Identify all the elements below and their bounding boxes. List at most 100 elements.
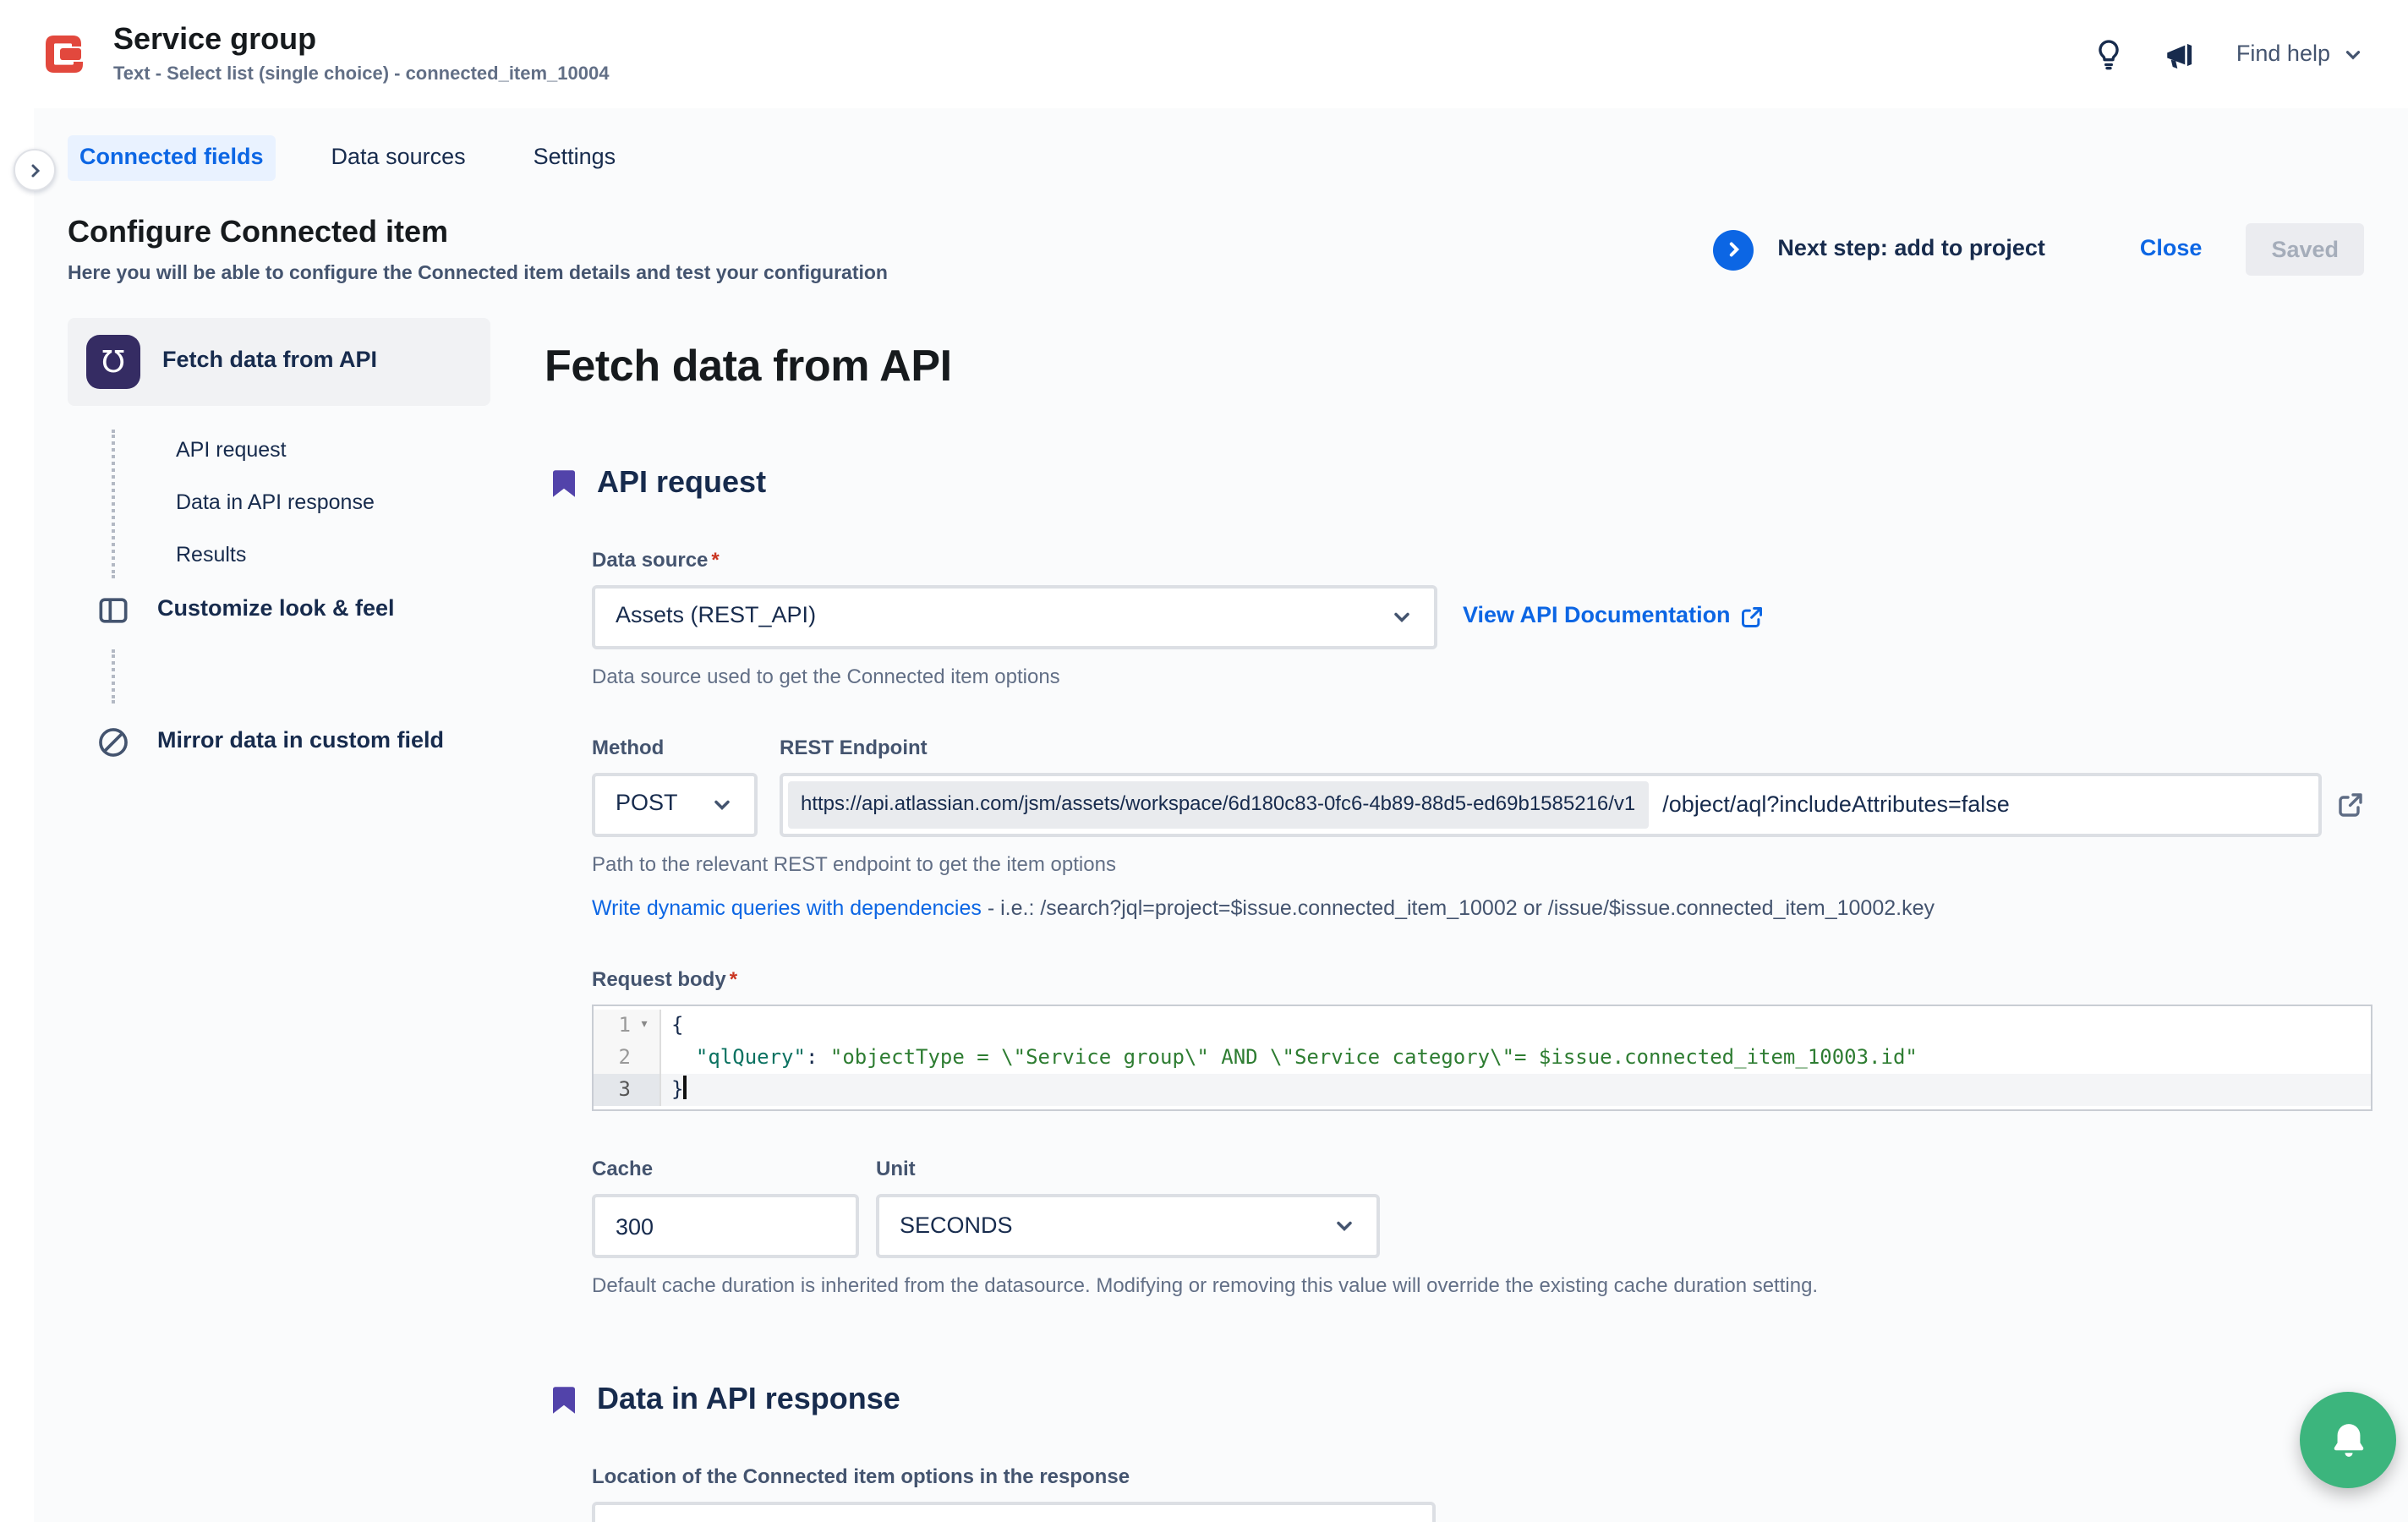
rest-endpoint-label: REST Endpoint <box>780 736 928 761</box>
substep-list: API request Data in API response Results <box>68 423 490 585</box>
cache-input[interactable] <box>592 1195 859 1259</box>
rest-endpoint-field[interactable]: https://api.atlassian.com/jsm/assets/wor… <box>779 773 2322 837</box>
data-source-group: Data source* Assets (REST_API) View API … <box>592 548 2364 690</box>
layout-panel-icon <box>95 591 132 628</box>
configure-header: Configure Connected item Here you will b… <box>34 191 2408 308</box>
code-text: } <box>661 1075 686 1107</box>
data-source-select[interactable]: Assets (REST_API) <box>592 585 1437 649</box>
step-fetch-data-label: Fetch data from API <box>162 348 377 376</box>
fold-marker-icon[interactable]: ▾ <box>631 1010 658 1043</box>
configure-title: Configure Connected item <box>68 213 888 251</box>
chevron-down-icon <box>1390 605 1414 629</box>
data-source-value: Assets (REST_API) <box>616 603 816 632</box>
code-text: { <box>661 1010 683 1043</box>
required-asterisk: * <box>711 548 719 572</box>
code-line-2: 2 "qlQuery": "objectType = \"Service gro… <box>594 1043 2371 1075</box>
unit-col: Unit SECONDS <box>876 1158 1380 1259</box>
configure-form: Fetch data from API API request Data sou… <box>545 318 2364 1522</box>
endpoint-base-url: https://api.atlassian.com/jsm/assets/wor… <box>787 781 1649 829</box>
line-number: 1 <box>594 1010 631 1043</box>
open-endpoint-icon[interactable] <box>2337 791 2364 818</box>
find-help-menu[interactable]: Find help <box>2236 40 2364 68</box>
endpoint-labels: Method REST Endpoint <box>592 736 2364 773</box>
json-string-value: "objectType = \"Service group\" AND \"Se… <box>830 1046 1918 1070</box>
top-bar: Service group Text - Select list (single… <box>0 0 2408 108</box>
location-input[interactable] <box>592 1502 1436 1522</box>
tab-data-sources[interactable]: Data sources <box>320 135 478 181</box>
request-body-group: Request body* 1▾ { 2 "qlQuery": "objectT… <box>592 968 2364 1112</box>
step-mirror-label: Mirror data in custom field <box>157 727 444 756</box>
topbar-actions: Find help <box>2093 36 2364 72</box>
step-fetch-data[interactable]: ℧ Fetch data from API <box>68 318 490 406</box>
code-text: "qlQuery": "objectType = \"Service group… <box>661 1043 1918 1075</box>
method-label: Method <box>592 736 780 761</box>
json-key: "qlQuery" <box>696 1046 806 1070</box>
cache-row: Cache Unit SECONDS <box>592 1158 2364 1259</box>
page-title: Service group <box>113 20 610 58</box>
chevron-down-icon <box>709 793 733 817</box>
line-number: 2 <box>594 1043 631 1075</box>
step-customize-look-feel[interactable]: Customize look & feel <box>68 591 490 628</box>
unit-select[interactable]: SECONDS <box>876 1195 1380 1259</box>
fetch-data-icon: ℧ <box>86 335 140 389</box>
next-step-link[interactable]: Next step: add to project <box>1777 236 2045 265</box>
close-button[interactable]: Close <box>2140 236 2203 265</box>
bookmark-icon <box>553 469 575 496</box>
dynamic-queries-link[interactable]: Write dynamic queries with dependencies <box>592 896 982 920</box>
page-subtitle: Text - Select list (single choice) - con… <box>113 65 610 89</box>
request-body-label: Request body* <box>592 968 2364 994</box>
step-customize-label: Customize look & feel <box>157 595 395 624</box>
endpoint-group: Method REST Endpoint POST https://api.at… <box>592 736 2364 923</box>
configure-actions: Next step: add to project Close Saved <box>1713 224 2364 276</box>
unit-value: SECONDS <box>900 1213 1013 1241</box>
section-data-response-title: Data in API response <box>597 1381 900 1419</box>
location-group: Location of the Connected item options i… <box>592 1465 2364 1522</box>
chevron-right-icon <box>25 160 45 180</box>
megaphone-icon[interactable] <box>2164 36 2199 72</box>
sidebar-expand-button[interactable] <box>14 149 56 191</box>
data-source-help: Data source used to get the Connected it… <box>592 665 2364 690</box>
title-block: Service group Text - Select list (single… <box>113 20 610 89</box>
endpoint-row: POST https://api.atlassian.com/jsm/asset… <box>592 773 2364 837</box>
dynamic-queries-example: - i.e.: /search?jql=project=$issue.conne… <box>982 896 1935 920</box>
cache-group: Cache Unit SECONDS <box>592 1158 2364 1300</box>
step-mirror-data[interactable]: Mirror data in custom field <box>68 723 490 760</box>
text-cursor <box>683 1076 686 1100</box>
endpoint-path-input[interactable] <box>1649 792 2313 818</box>
substep-api-request[interactable]: API request <box>68 426 490 478</box>
saved-button[interactable]: Saved <box>2246 224 2364 276</box>
method-select[interactable]: POST <box>592 773 757 837</box>
data-source-label: Data source* <box>592 548 2364 573</box>
required-asterisk: * <box>730 968 737 992</box>
notifications-fab[interactable] <box>2300 1392 2396 1488</box>
location-label: Location of the Connected item options i… <box>592 1465 2364 1490</box>
chevron-down-icon <box>2342 43 2364 65</box>
cache-col: Cache <box>592 1158 859 1259</box>
configure-layout: ℧ Fetch data from API API request Data i… <box>34 308 2408 1522</box>
cache-help: Default cache duration is inherited from… <box>592 1274 2364 1300</box>
tab-connected-fields[interactable]: Connected fields <box>68 135 276 181</box>
unit-label: Unit <box>876 1158 1380 1183</box>
chevron-down-icon <box>1333 1215 1356 1239</box>
method-value: POST <box>616 791 678 819</box>
view-api-documentation-link[interactable]: View API Documentation <box>1463 603 1765 632</box>
tab-settings[interactable]: Settings <box>522 135 628 181</box>
content-area: Connected fields Data sources Settings C… <box>34 108 2408 1522</box>
substep-data-in-api-response[interactable]: Data in API response <box>68 478 490 529</box>
steps-sidebar: ℧ Fetch data from API API request Data i… <box>68 318 490 1522</box>
section-api-request-title: API request <box>597 464 766 502</box>
tab-bar: Connected fields Data sources Settings <box>34 108 2408 191</box>
section-api-request: API request <box>553 464 2364 502</box>
app-logo-icon <box>34 25 91 83</box>
endpoint-help: Path to the relevant REST endpoint to ge… <box>592 852 2364 878</box>
code-line-3: 3 } <box>594 1075 2371 1107</box>
lightbulb-icon[interactable] <box>2093 37 2126 71</box>
substep-results[interactable]: Results <box>68 529 490 581</box>
line-number: 3 <box>594 1075 631 1107</box>
app-window: Service group Text - Select list (single… <box>0 0 2408 1522</box>
next-step-icon[interactable] <box>1713 230 1754 271</box>
request-body-editor[interactable]: 1▾ { 2 "qlQuery": "objectType = \"Servic… <box>592 1005 2372 1112</box>
step-connector <box>112 649 490 703</box>
code-line-1: 1▾ { <box>594 1010 2371 1043</box>
configure-subtitle: Here you will be able to configure the C… <box>68 263 888 287</box>
